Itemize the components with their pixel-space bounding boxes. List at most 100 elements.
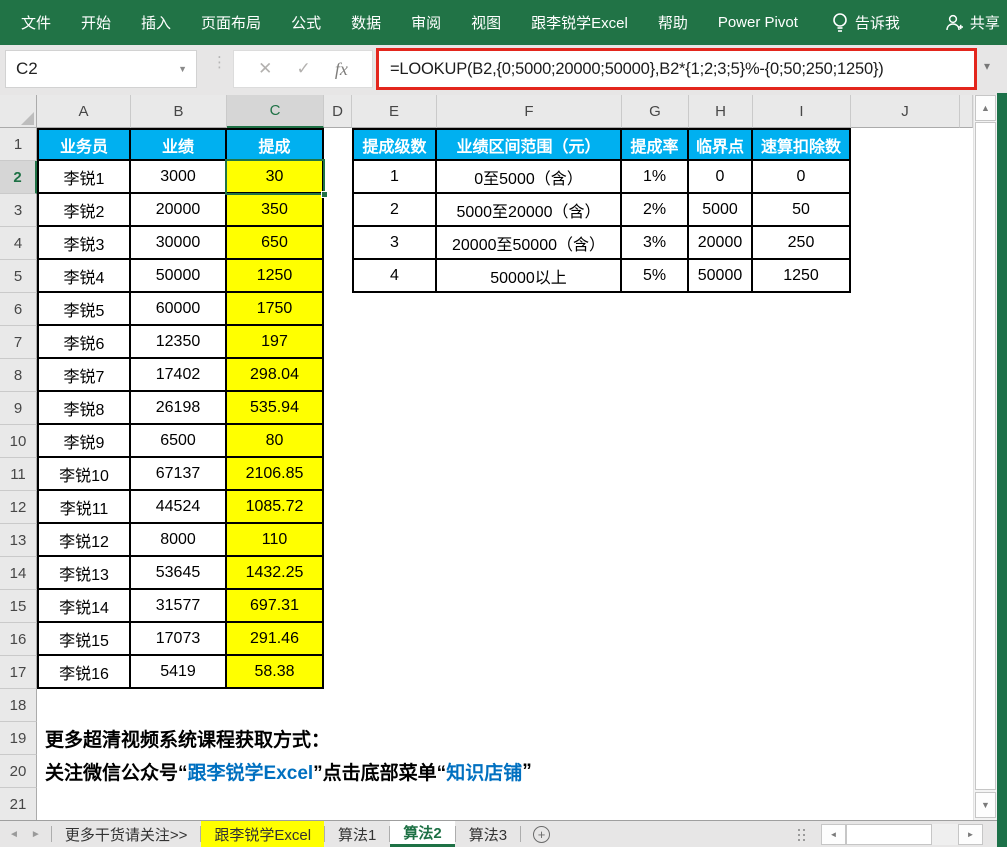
table1-cell-A11[interactable]: 李锐10 [37,458,131,491]
table2-cell-E5[interactable]: 4 [352,260,437,293]
table1-cell-A8[interactable]: 李锐7 [37,359,131,392]
row-header-7[interactable]: 7 [0,326,37,359]
row-header-3[interactable]: 3 [0,194,37,227]
table1-cell-B2[interactable]: 3000 [131,161,227,194]
select-all-corner[interactable] [0,95,37,128]
ribbon-tab-6[interactable]: 审阅 [396,0,456,45]
table1-cell-C16[interactable]: 291.46 [227,623,324,656]
table1-cell-C12[interactable]: 1085.72 [227,491,324,524]
row-header-17[interactable]: 17 [0,656,37,689]
table1-cell-B10[interactable]: 6500 [131,425,227,458]
table1-cell-C5[interactable]: 1250 [227,260,324,293]
table1-cell-C4[interactable]: 650 [227,227,324,260]
share-button[interactable]: 共享 [970,12,1000,33]
table1-cell-C3[interactable]: 350 [227,194,324,227]
column-header-J[interactable]: J [851,95,960,128]
table2-cell-G5[interactable]: 5% [622,260,689,293]
table1-cell-A7[interactable]: 李锐6 [37,326,131,359]
table2-cell-E4[interactable]: 3 [352,227,437,260]
row-header-6[interactable]: 6 [0,293,37,326]
column-header-A[interactable]: A [37,95,131,128]
row-header-1[interactable]: 1 [0,128,37,161]
column-header-C[interactable]: C [227,95,324,128]
table1-cell-C8[interactable]: 298.04 [227,359,324,392]
scrollbar-resize-gripper[interactable] [797,828,807,842]
column-header-H[interactable]: H [689,95,753,128]
vertical-scrollbar-thumb[interactable] [975,122,996,790]
column-header-B[interactable]: B [131,95,227,128]
table1-cell-B6[interactable]: 60000 [131,293,227,326]
sheet-nav-right-icon[interactable]: ► [31,829,41,840]
table1-cell-A4[interactable]: 李锐3 [37,227,131,260]
table1-cell-C11[interactable]: 2106.85 [227,458,324,491]
row-header-10[interactable]: 10 [0,425,37,458]
tell-me-button[interactable]: 告诉我 [855,12,900,33]
table1-cell-B11[interactable]: 67137 [131,458,227,491]
ribbon-tab-5[interactable]: 数据 [336,0,396,45]
scroll-down-icon[interactable]: ▼ [975,792,996,818]
horizontal-scrollbar-track[interactable] [846,824,958,845]
name-box-dropdown-icon[interactable]: ▼ [178,64,187,74]
ribbon-tab-7[interactable]: 视图 [456,0,516,45]
table2-cell-G3[interactable]: 2% [622,194,689,227]
ribbon-tab-file[interactable]: 文件 [0,0,66,45]
row-header-13[interactable]: 13 [0,524,37,557]
ribbon-tab-3[interactable]: 页面布局 [186,0,276,45]
table2-cell-F3[interactable]: 5000至20000（含） [437,194,622,227]
table2-cell-H5[interactable]: 50000 [689,260,753,293]
sheet-tab-5[interactable]: 算法3 [456,821,520,847]
table1-cell-C10[interactable]: 80 [227,425,324,458]
cancel-icon[interactable]: ✕ [258,59,272,79]
row-header-16[interactable]: 16 [0,623,37,656]
ribbon-tab-10[interactable]: Power Pivot [703,0,813,45]
table2-cell-E3[interactable]: 2 [352,194,437,227]
table1-cell-A5[interactable]: 李锐4 [37,260,131,293]
row-header-15[interactable]: 15 [0,590,37,623]
sheet-tab-1[interactable]: 更多干货请关注>> [52,821,201,847]
table1-cell-C6[interactable]: 1750 [227,293,324,326]
scroll-left-icon[interactable]: ◄ [821,824,846,845]
table2-cell-F2[interactable]: 0至5000（含） [437,161,622,194]
vertical-scrollbar[interactable]: ▲ ▼ [973,95,997,820]
table1-cell-A14[interactable]: 李锐13 [37,557,131,590]
table2-cell-G2[interactable]: 1% [622,161,689,194]
row-header-8[interactable]: 8 [0,359,37,392]
column-header-I[interactable]: I [753,95,851,128]
table1-cell-B5[interactable]: 50000 [131,260,227,293]
ribbon-tab-8[interactable]: 跟李锐学Excel [516,0,643,45]
table1-cell-A17[interactable]: 李锐16 [37,656,131,689]
formula-input[interactable]: =LOOKUP(B2,{0;5000;20000;50000},B2*{1;2;… [376,48,977,90]
scroll-up-icon[interactable]: ▲ [975,95,996,121]
table1-cell-A9[interactable]: 李锐8 [37,392,131,425]
new-sheet-button[interactable]: + [521,821,562,847]
name-box[interactable]: C2 ▼ [5,50,197,88]
table2-cell-F5[interactable]: 50000以上 [437,260,622,293]
table1-cell-B16[interactable]: 17073 [131,623,227,656]
table2-cell-H4[interactable]: 20000 [689,227,753,260]
table1-cell-B4[interactable]: 30000 [131,227,227,260]
table1-cell-C13[interactable]: 110 [227,524,324,557]
horizontal-scrollbar-thumb[interactable] [846,824,932,845]
enter-icon[interactable]: ✓ [296,59,310,79]
insert-function-icon[interactable]: fx [335,59,348,80]
row-header-2[interactable]: 2 [0,161,37,194]
sheet-tab-4[interactable]: 算法2 [390,821,454,847]
row-header-4[interactable]: 4 [0,227,37,260]
table1-cell-A10[interactable]: 李锐9 [37,425,131,458]
table2-cell-H2[interactable]: 0 [689,161,753,194]
table1-cell-A15[interactable]: 李锐14 [37,590,131,623]
table1-cell-A12[interactable]: 李锐11 [37,491,131,524]
table1-cell-C15[interactable]: 697.31 [227,590,324,623]
table1-cell-A16[interactable]: 李锐15 [37,623,131,656]
scroll-right-icon[interactable]: ► [958,824,983,845]
table2-cell-F4[interactable]: 20000至50000（含） [437,227,622,260]
table1-cell-C7[interactable]: 197 [227,326,324,359]
table1-cell-A6[interactable]: 李锐5 [37,293,131,326]
table1-cell-A3[interactable]: 李锐2 [37,194,131,227]
row-header-21[interactable]: 21 [0,788,37,820]
sheet-nav-left-icon[interactable]: ◄ [9,829,19,840]
table2-cell-I3[interactable]: 50 [753,194,851,227]
table2-cell-I2[interactable]: 0 [753,161,851,194]
row-header-19[interactable]: 19 [0,722,37,755]
table1-cell-B3[interactable]: 20000 [131,194,227,227]
